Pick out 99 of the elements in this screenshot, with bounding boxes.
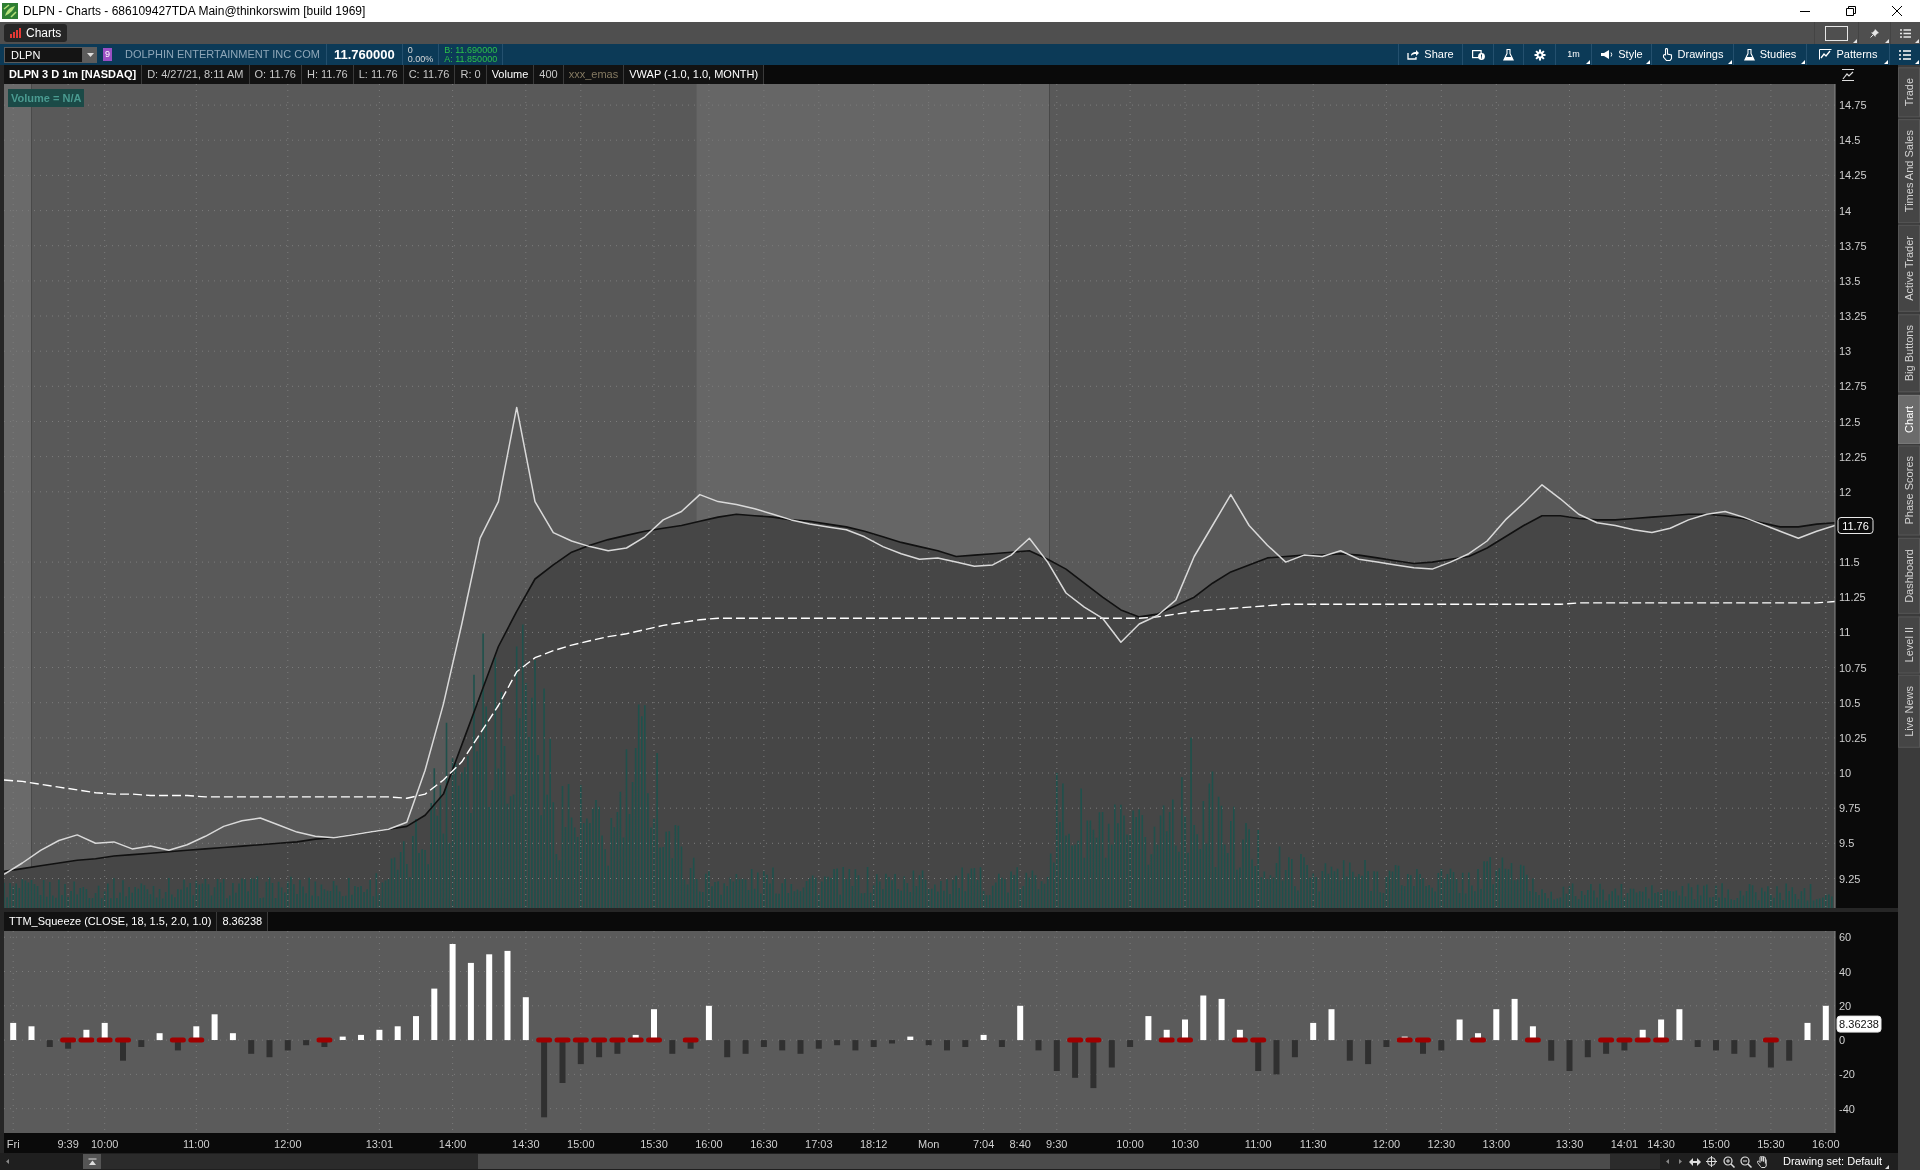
side-tab[interactable]: Big Buttons bbox=[1898, 314, 1920, 393]
price-axis-label: 10 bbox=[1839, 767, 1852, 779]
bar-chart-icon bbox=[10, 28, 21, 38]
zoom-out-icon bbox=[1739, 1155, 1752, 1168]
side-tab[interactable]: Live News bbox=[1898, 675, 1920, 748]
price-axis-label: 11.5 bbox=[1839, 556, 1860, 569]
indicator-axis-label: -40 bbox=[1839, 1102, 1855, 1115]
header-value: 400 bbox=[534, 65, 564, 84]
restore-icon bbox=[1846, 6, 1856, 16]
price-axis-label: 14.75 bbox=[1839, 99, 1867, 112]
ask-price: A: 11.850000 bbox=[444, 54, 498, 64]
caret-right-icon bbox=[1678, 1159, 1682, 1164]
side-tab[interactable]: Level II bbox=[1898, 615, 1920, 674]
header-value: D: 4/27/21, 8:11 AM bbox=[142, 65, 250, 84]
price-axis-label: 12.5 bbox=[1839, 415, 1861, 428]
last-price-tag: 11.76 bbox=[1837, 517, 1874, 534]
caret-icon bbox=[86, 52, 94, 57]
flask-icon bbox=[1743, 48, 1755, 61]
price-axis-label: 12.25 bbox=[1839, 450, 1867, 463]
header-value: O: 11.76 bbox=[249, 65, 302, 84]
symbol-field[interactable]: DLPN bbox=[4, 46, 83, 63]
price-axis-label: 13.5 bbox=[1839, 274, 1861, 287]
rectangle-icon bbox=[1825, 25, 1848, 41]
tab[interactable]: Charts bbox=[4, 24, 68, 42]
window-title: DLPN - Charts - 686109427TDA Main@thinkorswim [build 1969] bbox=[23, 3, 366, 20]
corner-caret-icon bbox=[1885, 39, 1889, 43]
link-badge[interactable]: 9 bbox=[103, 48, 112, 61]
share-icon bbox=[1407, 49, 1420, 60]
indicator-axis-label: 0 bbox=[1839, 1034, 1846, 1047]
pin-icon bbox=[1870, 28, 1879, 38]
flask-icon bbox=[1503, 48, 1514, 61]
side-tab[interactable]: Times And Sales bbox=[1898, 119, 1920, 224]
close-icon bbox=[1892, 6, 1902, 16]
price-axis-label: 14.25 bbox=[1839, 169, 1867, 182]
side-tab[interactable]: Phase Scores bbox=[1898, 445, 1920, 536]
price-axis-label: 9.5 bbox=[1839, 837, 1855, 850]
indicator-axis-label: 20 bbox=[1839, 999, 1852, 1012]
study-name: VWAP (-1.0, 1.0, MONTH) bbox=[624, 65, 765, 84]
company-name: DOLPHIN ENTERTAINMENT INC COM bbox=[125, 47, 320, 63]
price-axis-label: 14.5 bbox=[1839, 134, 1861, 147]
indicator-axis-label: 40 bbox=[1839, 965, 1852, 978]
study-name: Volume bbox=[486, 65, 535, 84]
corner-caret-icon bbox=[1915, 39, 1919, 43]
megaphone-icon bbox=[1600, 49, 1614, 60]
price-axis-label: 13.25 bbox=[1839, 310, 1867, 322]
percent-change: 0.00% bbox=[407, 54, 434, 64]
zoom-out-button[interactable] bbox=[1737, 1153, 1754, 1170]
app-logo-icon bbox=[2, 3, 18, 19]
drawing-set-label[interactable]: Drawing set: Default bbox=[1783, 1153, 1883, 1170]
side-tab[interactable]: Dashboard bbox=[1898, 537, 1920, 614]
chart-title: DLPN 3 D 1m [NASDAQ] bbox=[4, 65, 143, 84]
header-value: C: 11.76 bbox=[403, 65, 456, 84]
menu-icon bbox=[1900, 28, 1911, 38]
price-axis-label: 13.75 bbox=[1839, 239, 1867, 252]
minimize-icon bbox=[1800, 10, 1810, 12]
side-tab[interactable]: Trade bbox=[1898, 67, 1920, 118]
price-axis-label: 9.75 bbox=[1839, 802, 1861, 815]
indicator-value-tag: 8.36238 bbox=[1836, 1015, 1882, 1033]
indicator-axis-label: -20 bbox=[1839, 1068, 1855, 1081]
scrollbar-thumb[interactable] bbox=[478, 1154, 1610, 1169]
price-axis-label: 12 bbox=[1839, 485, 1852, 498]
hand-icon bbox=[1757, 1155, 1768, 1168]
corner-caret-icon bbox=[1853, 39, 1857, 43]
price-axis-label: 13 bbox=[1839, 345, 1852, 358]
last-price: 11.760000 bbox=[334, 45, 395, 64]
side-tab[interactable]: Chart bbox=[1898, 394, 1920, 444]
price-axis-label: 10.75 bbox=[1839, 661, 1867, 674]
price-axis-label: 10.5 bbox=[1839, 696, 1861, 709]
side-tab[interactable]: Active Trader bbox=[1898, 225, 1920, 313]
collapse-button[interactable] bbox=[83, 1154, 101, 1169]
crosshair-icon bbox=[1706, 1156, 1717, 1167]
header-value: L: 11.76 bbox=[353, 65, 404, 84]
gear-icon bbox=[1533, 48, 1546, 61]
header-value: R: 0 bbox=[455, 65, 487, 84]
chart-scale-icon[interactable] bbox=[1841, 68, 1855, 81]
up-arrow-bar-icon bbox=[87, 1157, 97, 1166]
corner-caret-icon bbox=[1885, 1165, 1890, 1169]
zoom-in-button[interactable] bbox=[1720, 1153, 1737, 1170]
price-axis-label: 12.75 bbox=[1839, 380, 1867, 393]
price-axis-label: 9.25 bbox=[1839, 872, 1861, 885]
header-value: H: 11.76 bbox=[301, 65, 354, 84]
symbol-dropdown-button[interactable] bbox=[83, 46, 97, 63]
volume-readout: Volume = N/A bbox=[8, 89, 85, 107]
caret-left-icon bbox=[1665, 1159, 1669, 1164]
crosshair-button[interactable] bbox=[1703, 1153, 1720, 1170]
menu-icon bbox=[1899, 49, 1911, 60]
net-change: 0 bbox=[407, 45, 414, 55]
caret-left-icon bbox=[5, 1159, 9, 1164]
price-axis-label: 11.25 bbox=[1839, 591, 1866, 604]
price-axis-label: 14 bbox=[1839, 204, 1852, 217]
square-exclamation-icon bbox=[1471, 49, 1485, 60]
horizontal-arrows-icon bbox=[1688, 1157, 1701, 1166]
study-name: xxx_emas bbox=[563, 65, 625, 84]
price-axis-label: 10.25 bbox=[1839, 731, 1867, 744]
indicator-axis-label: 60 bbox=[1839, 931, 1852, 944]
zigzag-icon bbox=[1818, 49, 1832, 60]
bid-price: B: 11.690000 bbox=[444, 45, 498, 55]
zoom-in-icon bbox=[1722, 1155, 1735, 1168]
price-axis-label: 11 bbox=[1839, 626, 1851, 639]
